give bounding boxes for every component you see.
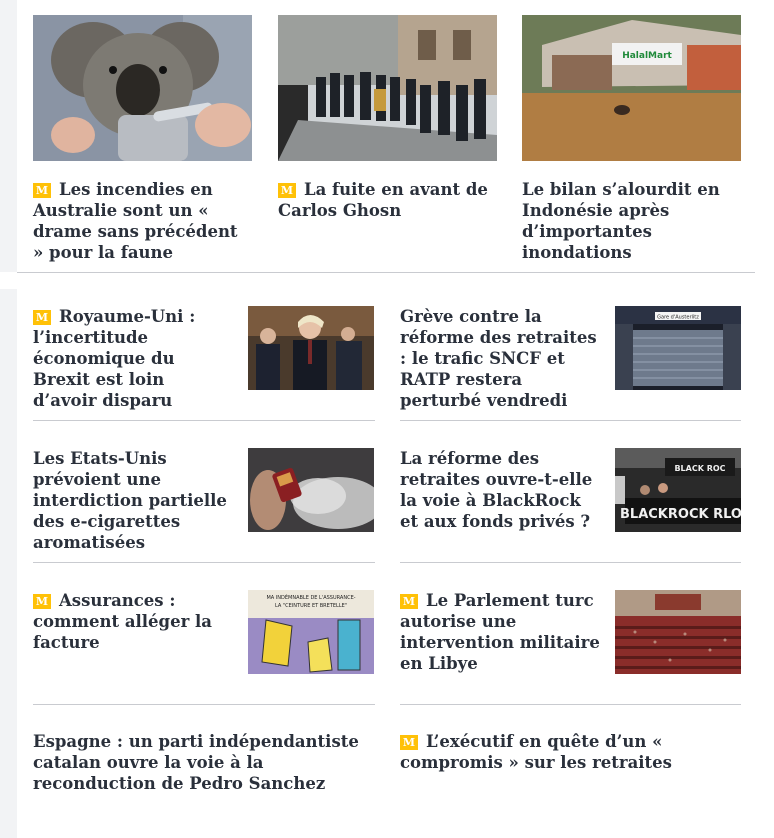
article-title[interactable]: M Le Parlement turc autorise une interven… [400,590,600,674]
article-title[interactable]: M L’exécutif en quête d’un « compromis » … [400,731,700,773]
article-title[interactable]: Grève contre la réforme des retraites : … [400,306,600,411]
article-card[interactable]: M Royaume-Uni : l’incertitude économique … [33,306,375,410]
article-title[interactable]: Les Etats-Unis prévoient une interdictio… [33,448,233,553]
store-sign-text: HalalMart [622,51,672,61]
parliament-photo[interactable] [615,590,741,674]
section-divider [385,272,755,273]
article-title[interactable]: M Assurances : comment alléger la facture [33,590,233,653]
article-card[interactable]: M Assurances : comment alléger la facture… [33,590,375,674]
premium-badge-icon: M [33,310,51,325]
article-card[interactable]: La réforme des retraites ouvre-t-elle la… [400,448,742,532]
article-title[interactable]: M Les incendies en Australie sont un « dr… [33,179,252,263]
article-card[interactable]: Les Etats-Unis prévoient une interdictio… [33,448,375,552]
row-divider [400,704,741,705]
premium-badge-icon: M [400,735,418,750]
article-card[interactable]: M Les incendies en Australie sont un « dr… [33,15,252,263]
crowd-street-photo[interactable] [278,15,497,161]
premium-badge-icon: M [278,183,296,198]
article-card[interactable]: M La fuite en avant de Carlos Ghosn [278,15,497,221]
article-card[interactable]: M Le Parlement turc autorise une interven… [400,590,742,674]
flood-photo[interactable]: HalalMart [522,15,741,161]
article-title[interactable]: La réforme des retraites ouvre-t-elle la… [400,448,600,532]
article-title[interactable]: M La fuite en avant de Carlos Ghosn [278,179,497,221]
closed-metro-station-photo[interactable]: Gare d'Austerlitz [615,306,741,390]
cartoon-caption-text: MA INDÉMNABLE DE L'ASSURANCE- [266,593,355,601]
banner-text: BLACKROCK RLO [620,507,741,522]
vape-photo[interactable] [248,448,374,532]
blackrock-protest-photo[interactable]: BLACK ROC BLACKROCK RLO [615,448,741,532]
premium-badge-icon: M [400,594,418,609]
row-divider [400,562,741,563]
article-title[interactable]: Le bilan s’alourdit en Indonésie après d… [522,179,741,263]
row-divider [400,420,741,421]
row-divider [33,562,375,563]
koala-photo[interactable] [33,15,252,161]
top-articles-row: M Les incendies en Australie sont un « dr… [0,0,774,272]
banner-text: BLACK ROC [674,464,725,473]
side-gutter [0,289,17,838]
boris-johnson-photo[interactable] [248,306,374,390]
row-divider [33,420,375,421]
article-card[interactable]: HalalMart Le bilan s’alourdit en Indonés… [522,15,741,263]
section-divider [17,272,385,273]
article-card[interactable]: Grève contre la réforme des retraites : … [400,306,742,410]
cartoon-caption-text: LA "CEINTURE ET BRETELLE" [275,603,347,609]
metro-sign-text: Gare d'Austerlitz [657,315,699,321]
premium-badge-icon: M [33,183,51,198]
row-divider [33,704,375,705]
cartoon-illustration[interactable]: MA INDÉMNABLE DE L'ASSURANCE- LA "CEINTU… [248,590,374,674]
article-title[interactable]: M Royaume-Uni : l’incertitude économique … [33,306,233,411]
premium-badge-icon: M [33,594,51,609]
article-title[interactable]: Espagne : un parti indépendantiste catal… [33,731,363,794]
